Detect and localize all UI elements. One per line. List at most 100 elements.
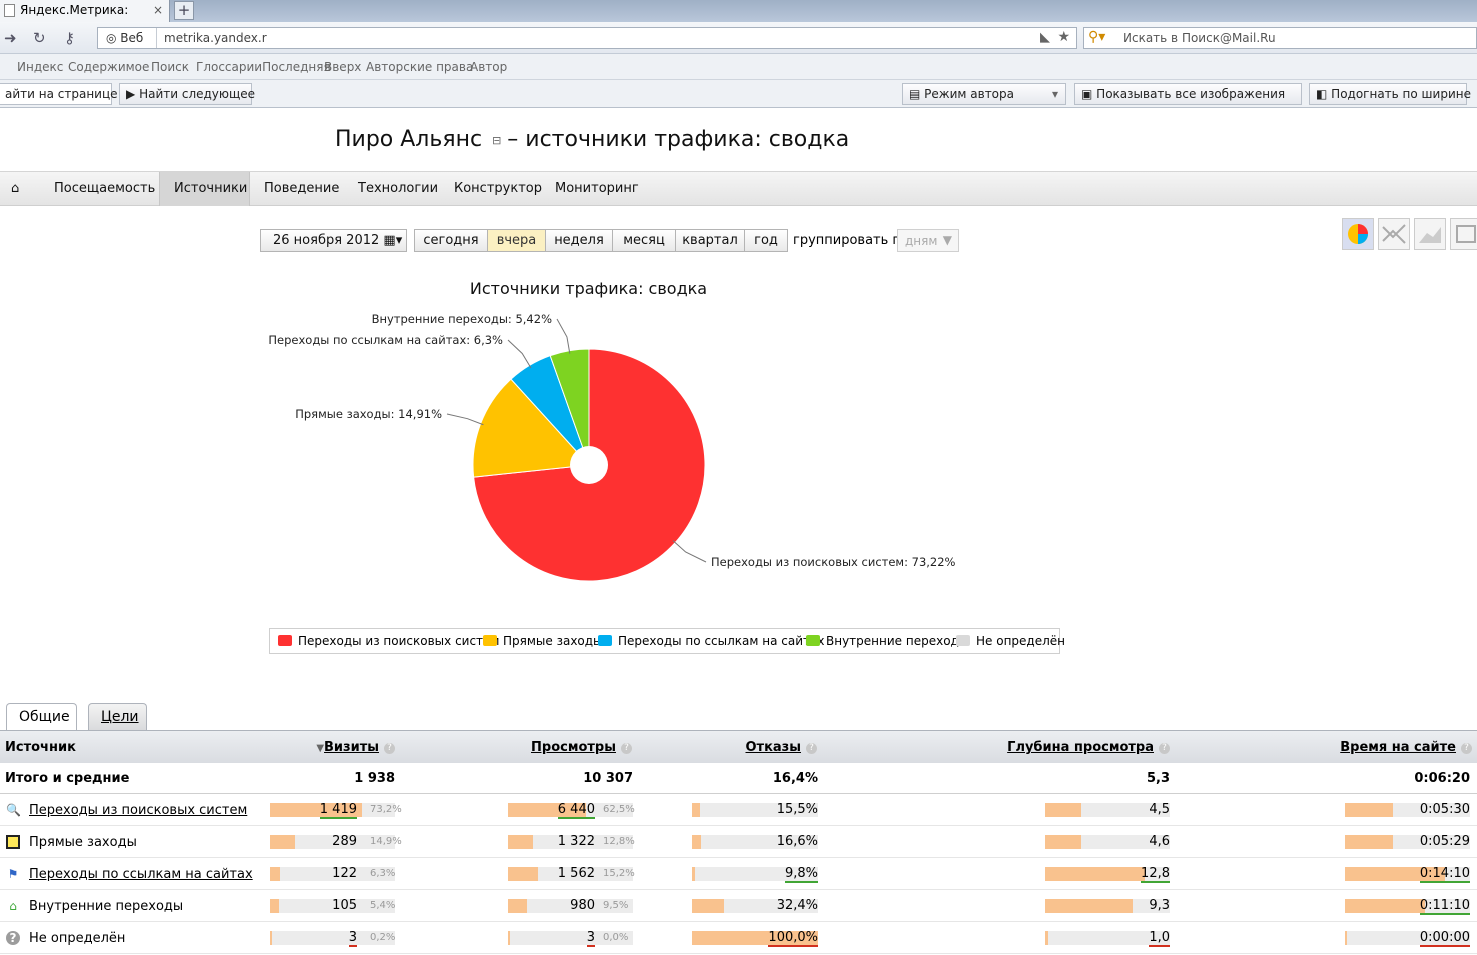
time-bar-fill: [1345, 931, 1347, 945]
legend-item-2[interactable]: Переходы по ссылкам на сайтах: [598, 634, 824, 648]
key-icon[interactable]: ⚷: [64, 29, 75, 47]
tab-title: Яндекс.Метрика:: [20, 3, 129, 17]
time-value: 0:05:30: [1419, 802, 1470, 817]
bookmark-author[interactable]: Автор: [470, 60, 507, 74]
table-view-button[interactable]: [1450, 218, 1477, 250]
header-source: Источник: [5, 740, 76, 755]
depth-value: 4,5: [1149, 802, 1170, 817]
bounces-value: 32,4%: [776, 898, 818, 913]
direct-icon: ▣: [6, 835, 20, 849]
time-value: 0:00:00: [1419, 930, 1470, 947]
address-bar[interactable]: ◎ Веб metrika.yandex.r ◣ ★: [97, 27, 1077, 49]
header-views[interactable]: Просмотры?: [531, 740, 632, 755]
menu-technologies[interactable]: Технологии: [358, 172, 438, 206]
period-year-button[interactable]: год: [744, 229, 788, 252]
views-percent: 12,8%: [603, 836, 635, 847]
pie-slice-2[interactable]: [510, 355, 590, 466]
source-label[interactable]: Переходы по ссылкам на сайтах: [29, 867, 253, 882]
help-icon[interactable]: ?: [1461, 743, 1472, 754]
bookmark-search[interactable]: Поиск: [151, 60, 189, 74]
tab-goals[interactable]: Цели: [88, 703, 147, 731]
header-bounces-label[interactable]: Отказы: [746, 740, 802, 755]
menu-sources[interactable]: Источники: [159, 172, 250, 206]
site-switch-icon[interactable]: ⊟: [492, 134, 501, 147]
image-icon: ▣: [1081, 87, 1093, 101]
chevron-down-icon: ▼: [942, 233, 952, 247]
legend-swatch: [956, 635, 970, 646]
bookmark-contents[interactable]: Содержимое: [68, 60, 149, 74]
pie-slice-1[interactable]: [472, 378, 591, 478]
author-mode-select[interactable]: ▤ Режим автора ▾: [902, 83, 1066, 105]
depth-bar-fill: [1045, 931, 1048, 945]
help-icon[interactable]: ?: [1159, 743, 1170, 754]
search-bar[interactable]: ⚲▾ Искать в Поиск@Mail.Ru: [1083, 27, 1477, 49]
table-row: ⌂ Внутренние переходы 105 5,4% 980 9,5% 32,4% 9…: [0, 890, 1477, 922]
line-view-button[interactable]: [1378, 218, 1410, 250]
time-bar-fill: [1345, 835, 1393, 849]
help-icon[interactable]: ?: [806, 743, 817, 754]
find-on-page-input[interactable]: айти на странице: [0, 83, 118, 105]
header-depth-label[interactable]: Глубина просмотра: [1007, 740, 1154, 755]
menu-monitoring[interactable]: Мониторинг: [555, 172, 639, 206]
header-visits[interactable]: ▼Визиты?: [316, 740, 395, 755]
bookmark-glossary[interactable]: ГлоссарииПоследняя: [196, 60, 331, 74]
reload-icon[interactable]: ↻: [33, 29, 46, 47]
menu-attendance[interactable]: Посещаемость: [54, 172, 155, 206]
period-quarter-button[interactable]: квартал: [675, 229, 745, 252]
internal-icon: ⌂: [9, 899, 17, 913]
header-time-label[interactable]: Время на сайте: [1340, 740, 1456, 755]
period-week-button[interactable]: неделя: [545, 229, 613, 252]
legend-item-3[interactable]: Внутренние переходы: [806, 634, 968, 648]
period-yesterday-button[interactable]: вчера: [487, 229, 546, 252]
menu-constructor[interactable]: Конструктор: [454, 172, 542, 206]
pie-label-2: Переходы по ссылкам на сайтах: 6,3%: [268, 333, 503, 347]
header-time[interactable]: Время на сайте?: [1340, 740, 1472, 755]
bounces-bar-fill: [692, 835, 701, 849]
browser-nav-bar: ➜ ↻ ⚷ ◎ Веб metrika.yandex.r ◣ ★ ⚲▾ Иска…: [0, 22, 1477, 54]
legend-label: Прямые заходы: [503, 634, 603, 648]
pie-label-1: Прямые заходы: 14,91%: [295, 407, 442, 421]
pie-slice-3[interactable]: [549, 348, 590, 466]
bookmark-index[interactable]: Индекс: [17, 60, 63, 74]
header-visits-label[interactable]: Визиты: [324, 740, 379, 755]
views-percent: 15,2%: [603, 868, 635, 879]
help-icon[interactable]: ?: [384, 743, 395, 754]
search-input[interactable]: Искать в Поиск@Mail.Ru: [1123, 31, 1276, 45]
pie-slice-0[interactable]: [473, 348, 706, 582]
header-views-label[interactable]: Просмотры: [531, 740, 616, 755]
pie-view-button[interactable]: [1342, 218, 1374, 250]
forward-icon[interactable]: ➜: [4, 29, 17, 47]
bookmark-up[interactable]: Вверх: [324, 60, 361, 74]
group-by-value: дням: [905, 234, 938, 248]
bounces-value: 100,0%: [768, 930, 818, 947]
source-label[interactable]: Переходы из поисковых систем: [29, 803, 247, 818]
legend-label: Внутренние переходы: [826, 634, 969, 648]
period-month-button[interactable]: месяц: [612, 229, 676, 252]
bookmark-star-icon[interactable]: ★: [1057, 29, 1070, 45]
chart-title: Источники трафика: сводка: [469, 279, 708, 298]
tab-close-icon[interactable]: ×: [153, 3, 163, 17]
group-by-select[interactable]: дням ▼: [897, 229, 959, 252]
menu-behavior[interactable]: Поведение: [264, 172, 339, 206]
area-view-button[interactable]: [1414, 218, 1446, 250]
address-url[interactable]: metrika.yandex.r: [164, 31, 267, 45]
find-next-button[interactable]: ▶ Найти следующее: [119, 83, 255, 105]
header-depth[interactable]: Глубина просмотра?: [1007, 740, 1170, 755]
show-images-button[interactable]: ▣ Показывать все изображения: [1074, 83, 1302, 105]
legend-item-1[interactable]: Прямые заходы: [483, 634, 603, 648]
help-icon[interactable]: ?: [621, 743, 632, 754]
legend-item-4[interactable]: Не определён: [956, 634, 1065, 648]
search-engine-icon[interactable]: ⚲▾: [1088, 29, 1105, 45]
header-bounces[interactable]: Отказы?: [746, 740, 817, 755]
fit-width-button[interactable]: ◧ Подогнать по ширине: [1309, 83, 1471, 105]
rss-icon[interactable]: ◣: [1040, 30, 1050, 45]
bookmark-copyright[interactable]: Авторские права: [366, 60, 473, 74]
tab-general[interactable]: Общие: [6, 703, 77, 732]
period-today-button[interactable]: сегодня: [414, 229, 488, 252]
date-picker[interactable]: 26 ноября 2012 ▦▾: [260, 229, 407, 252]
home-icon[interactable]: ⌂: [11, 172, 19, 206]
legend-item-0[interactable]: Переходы из поисковых систем: [278, 634, 500, 648]
sort-desc-icon: ▼: [316, 743, 325, 754]
browser-tab[interactable]: Яндекс.Метрика: ×: [0, 0, 170, 22]
new-tab-button[interactable]: +: [174, 1, 194, 20]
